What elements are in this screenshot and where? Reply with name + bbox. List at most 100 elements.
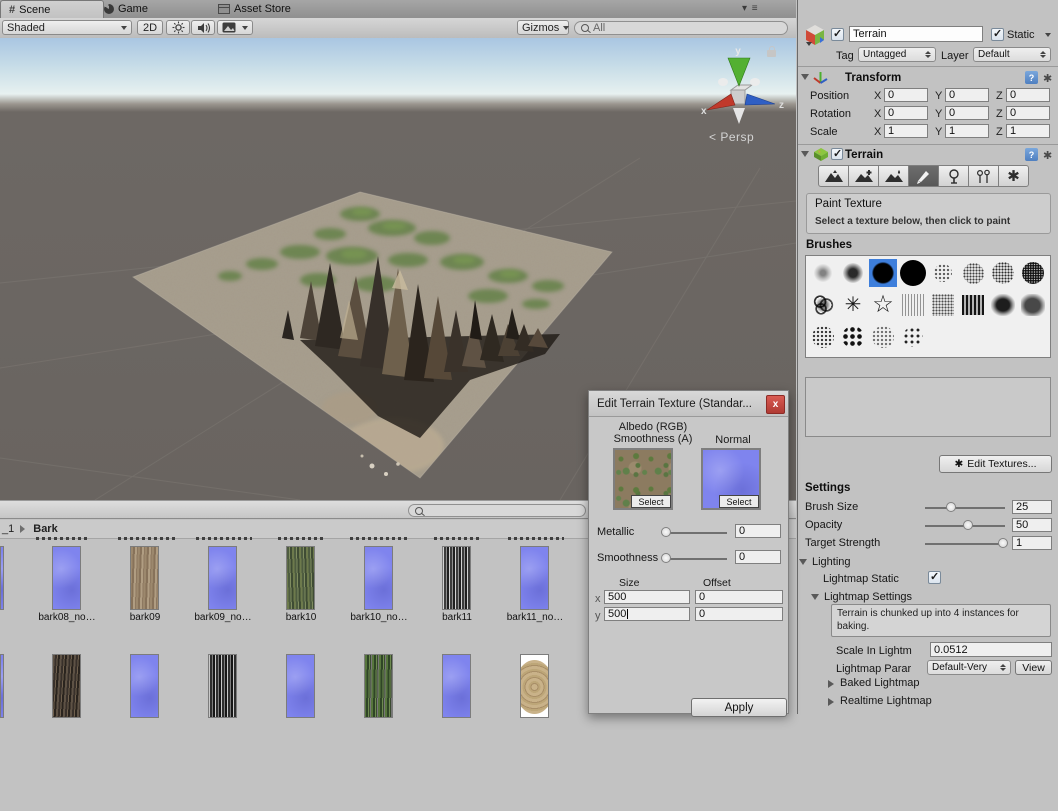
brush-thumbnail-selected[interactable] <box>869 259 897 287</box>
select-albedo-button[interactable]: Select <box>631 495 671 508</box>
brush-thumbnail[interactable] <box>899 323 927 351</box>
lightmap-static-checkbox[interactable] <box>928 571 941 584</box>
asset-thumbnail-partial[interactable] <box>0 546 4 610</box>
audio-toggle-button[interactable] <box>191 20 215 35</box>
brush-thumbnail[interactable] <box>809 323 837 351</box>
asset-label[interactable]: bark09 <box>109 612 181 623</box>
tool-raise-lower-terrain[interactable] <box>818 165 849 187</box>
brush-thumbnail[interactable] <box>899 259 927 287</box>
asset-thumbnail-bark-dark[interactable] <box>52 654 81 718</box>
help-icon[interactable]: ? <box>1025 148 1038 161</box>
size-y-field[interactable]: 500 <box>604 607 690 621</box>
asset-label[interactable]: bark10_no… <box>343 612 415 623</box>
view-button[interactable]: View <box>1015 660 1052 675</box>
breadcrumb-folder[interactable]: Bark <box>33 523 57 535</box>
2d-toggle-button[interactable]: 2D <box>137 20 163 35</box>
layer-dropdown[interactable]: Default <box>973 47 1051 62</box>
scene-orientation-gizmo[interactable]: y x z < Persp <box>695 44 787 144</box>
help-icon[interactable]: ? <box>1025 71 1038 84</box>
shading-mode-dropdown[interactable]: Shaded <box>2 20 132 35</box>
tab-asset-store[interactable]: Asset Store <box>210 0 299 17</box>
target-strength-value-field[interactable]: 1 <box>1012 536 1052 550</box>
opacity-slider-knob[interactable] <box>963 520 973 530</box>
asset-thumbnail-partial[interactable] <box>0 654 4 718</box>
position-y-field[interactable]: 0 <box>945 88 989 102</box>
brush-thumbnail[interactable] <box>989 291 1017 319</box>
breadcrumb-parent[interactable]: _1 <box>2 523 14 535</box>
brush-thumbnail[interactable] <box>839 323 867 351</box>
brush-thumbnail[interactable] <box>959 291 987 319</box>
brush-size-slider[interactable] <box>925 507 1005 509</box>
tool-smooth-height[interactable] <box>878 165 909 187</box>
dialog-titlebar[interactable]: Edit Terrain Texture (Standar... x <box>589 391 788 417</box>
lighting-foldout[interactable] <box>799 559 807 565</box>
static-chevron-icon[interactable] <box>1045 33 1051 37</box>
asset-thumbnail-bark09-normal[interactable] <box>208 546 237 610</box>
asset-thumbnail-bark10[interactable] <box>286 546 315 610</box>
tool-paint-height[interactable] <box>848 165 879 187</box>
asset-thumbnail-bark-gray[interactable] <box>208 654 237 718</box>
asset-label[interactable]: bark08_no… <box>31 612 103 623</box>
close-icon[interactable]: x <box>766 395 785 414</box>
brush-size-slider-knob[interactable] <box>946 502 956 512</box>
asset-thumbnail-bark08-normal[interactable] <box>52 546 81 610</box>
target-strength-slider-knob[interactable] <box>998 538 1008 548</box>
brush-thumbnail[interactable] <box>809 291 837 319</box>
scale-z-field[interactable]: 1 <box>1006 124 1050 138</box>
smoothness-value-field[interactable]: 0 <box>735 550 781 564</box>
brush-thumbnail[interactable] <box>989 259 1017 287</box>
offset-y-field[interactable]: 0 <box>695 607 783 621</box>
brush-size-value-field[interactable]: 25 <box>1012 500 1052 514</box>
scale-y-field[interactable]: 1 <box>945 124 989 138</box>
asset-thumbnail-normal[interactable] <box>130 654 159 718</box>
gear-icon[interactable]: ✱ <box>1043 149 1052 162</box>
apply-button[interactable]: Apply <box>691 698 787 717</box>
effects-dropdown-button[interactable] <box>217 20 253 35</box>
tab-game[interactable]: Game <box>96 0 156 17</box>
tab-scene[interactable]: # Scene <box>0 0 104 18</box>
brush-thumbnail[interactable] <box>959 259 987 287</box>
terrain-foldout[interactable] <box>801 151 809 157</box>
pane-menu-icon[interactable]: ▾ ≡ <box>742 3 759 14</box>
albedo-texture-thumbnail[interactable]: Select <box>613 448 673 510</box>
rotation-x-field[interactable]: 0 <box>884 106 928 120</box>
asset-thumbnail-bark11-normal[interactable] <box>520 546 549 610</box>
asset-thumbnail-normal[interactable] <box>442 654 471 718</box>
gameobject-active-checkbox[interactable] <box>831 28 844 41</box>
brush-thumbnail[interactable] <box>929 259 957 287</box>
rotation-y-field[interactable]: 0 <box>945 106 989 120</box>
asset-label[interactable]: bark10 <box>265 612 337 623</box>
brush-thumbnail[interactable] <box>869 323 897 351</box>
offset-x-field[interactable]: 0 <box>695 590 783 604</box>
static-checkbox[interactable] <box>991 28 1004 41</box>
project-search-input[interactable] <box>408 504 586 517</box>
lightmap-parameters-dropdown[interactable]: Default-Very <box>927 660 1011 675</box>
tool-paint-texture[interactable] <box>908 165 939 187</box>
gizmos-dropdown[interactable]: Gizmos <box>517 20 569 35</box>
brush-thumbnail[interactable]: ✳ <box>839 291 867 319</box>
asset-thumbnail-bark11[interactable] <box>442 546 471 610</box>
target-strength-slider[interactable] <box>925 543 1005 545</box>
brush-thumbnail[interactable] <box>1019 259 1047 287</box>
asset-thumbnail-log-cross-section[interactable] <box>520 654 549 718</box>
size-x-field[interactable]: 500 <box>604 590 690 604</box>
asset-thumbnail-bark10-normal[interactable] <box>364 546 393 610</box>
metallic-value-field[interactable]: 0 <box>735 524 781 538</box>
transform-foldout[interactable] <box>801 74 809 80</box>
normal-texture-thumbnail[interactable]: Select <box>701 448 761 510</box>
brush-thumbnail[interactable] <box>809 259 837 287</box>
asset-label[interactable]: bark11 <box>421 612 493 623</box>
tag-dropdown[interactable]: Untagged <box>858 47 936 62</box>
lightmap-settings-foldout[interactable] <box>811 594 819 600</box>
brush-thumbnail[interactable] <box>929 291 957 319</box>
baked-lightmap-foldout[interactable] <box>828 680 834 688</box>
rotation-z-field[interactable]: 0 <box>1006 106 1050 120</box>
gameobject-name-field[interactable]: Terrain <box>849 26 983 42</box>
asset-thumbnail-bark09[interactable] <box>130 546 159 610</box>
edit-textures-button[interactable]: ✱ Edit Textures... <box>939 455 1052 473</box>
opacity-value-field[interactable]: 50 <box>1012 518 1052 532</box>
asset-label[interactable]: bark09_no… <box>187 612 259 623</box>
asset-thumbnail-normal[interactable] <box>286 654 315 718</box>
tool-place-trees[interactable] <box>938 165 969 187</box>
scale-in-lightmap-field[interactable]: 0.0512 <box>930 642 1052 657</box>
